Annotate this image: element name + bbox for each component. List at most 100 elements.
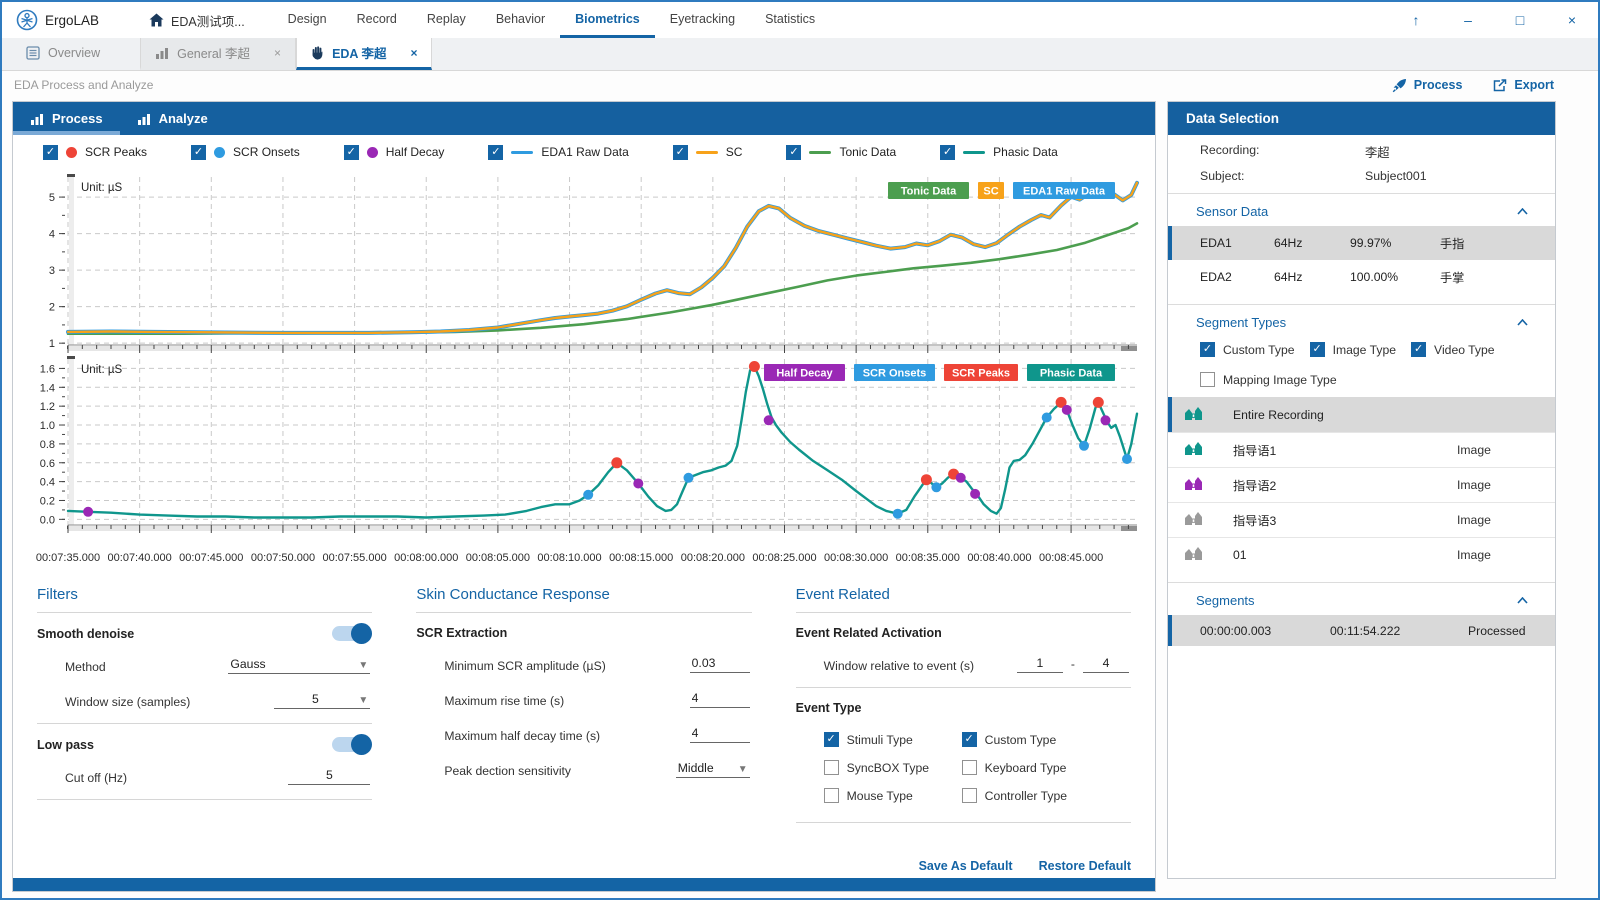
marker-half-decay[interactable] xyxy=(1101,415,1111,425)
chevron-up-icon[interactable] xyxy=(1517,208,1528,215)
checkbox-mouse-type[interactable] xyxy=(824,788,839,803)
menu-item-record[interactable]: Record xyxy=(342,2,412,38)
tab-overview[interactable]: Overview xyxy=(12,38,114,70)
restore-up-icon[interactable]: ↑ xyxy=(1390,12,1442,28)
marker-scr-onsets[interactable] xyxy=(684,473,694,483)
segment-type-check-video-type[interactable]: ✓Video Type xyxy=(1411,342,1495,357)
marker-scr-onsets[interactable] xyxy=(1079,441,1089,451)
maximum-rise-time-s-value[interactable] xyxy=(690,691,750,707)
project-name[interactable]: EDA测试项... xyxy=(121,2,273,38)
sensor-row-eda2[interactable]: EDA264Hz100.00%手掌 xyxy=(1168,260,1555,294)
legend-checkbox-scr-peaks[interactable]: ✓ xyxy=(43,145,58,160)
segment-item-1[interactable]: 指导语1Image xyxy=(1168,432,1555,467)
close-icon[interactable]: × xyxy=(1546,12,1598,28)
event-type-mouse-type[interactable]: Mouse Type xyxy=(824,788,952,803)
segment-item-3[interactable]: 指导语3Image xyxy=(1168,502,1555,537)
marker-half-decay[interactable] xyxy=(956,473,966,483)
sensor-row-eda1[interactable]: EDA164Hz99.97%手指 xyxy=(1168,226,1555,260)
segment-type-check-image-type[interactable]: ✓Image Type xyxy=(1310,342,1396,357)
checkbox-video-type[interactable]: ✓ xyxy=(1411,342,1426,357)
segment-type-check-mapping-image-type[interactable]: Mapping Image Type xyxy=(1200,372,1555,387)
event-window-to-value[interactable] xyxy=(1083,656,1129,672)
close-tab-icon[interactable]: × xyxy=(274,46,281,60)
event-window-from-input[interactable] xyxy=(1017,656,1063,673)
segments-row[interactable]: 00:00:00.00300:11:54.222Processed xyxy=(1168,615,1555,646)
legend-checkbox-phasic-data[interactable]: ✓ xyxy=(940,145,955,160)
peak-dection-sensitivity-select[interactable]: ▼ xyxy=(676,761,750,778)
window-size-select[interactable]: ▼ xyxy=(274,692,370,709)
marker-half-decay[interactable] xyxy=(633,479,643,489)
marker-half-decay[interactable] xyxy=(970,489,980,499)
marker-scr-peaks[interactable] xyxy=(1093,397,1104,408)
marker-scr-peaks[interactable] xyxy=(921,474,932,485)
legend-checkbox-tonic-data[interactable]: ✓ xyxy=(786,145,801,160)
marker-scr-onsets[interactable] xyxy=(893,509,903,519)
save-as-default-button[interactable]: Save As Default xyxy=(919,859,1013,873)
tab-process[interactable]: Process xyxy=(13,102,120,135)
checkbox-image-type[interactable]: ✓ xyxy=(1310,342,1325,357)
marker-half-decay[interactable] xyxy=(764,415,774,425)
checkbox-custom-type[interactable]: ✓ xyxy=(962,732,977,747)
marker-scr-onsets[interactable] xyxy=(1042,413,1052,423)
checkbox-custom-type[interactable]: ✓ xyxy=(1200,342,1215,357)
tab-analyze[interactable]: Analyze xyxy=(120,102,225,135)
checkbox-syncbox-type[interactable] xyxy=(824,760,839,775)
maximum-half-decay-time-s-input[interactable] xyxy=(690,726,750,743)
menu-item-replay[interactable]: Replay xyxy=(412,2,481,38)
menu-item-biometrics[interactable]: Biometrics xyxy=(560,2,655,38)
event-type-syncbox-type[interactable]: SyncBOX Type xyxy=(824,760,952,775)
segment-type-check-custom-type[interactable]: ✓Custom Type xyxy=(1200,342,1295,357)
segment-item-entire-recording[interactable]: Entire Recording xyxy=(1168,397,1555,432)
minimum-scr-amplitude-s-input[interactable] xyxy=(690,656,750,673)
menu-item-statistics[interactable]: Statistics xyxy=(750,2,830,38)
event-window-to-input[interactable] xyxy=(1083,656,1129,673)
method-select[interactable]: ▼ xyxy=(228,657,370,674)
menu-item-eyetracking[interactable]: Eyetracking xyxy=(655,2,750,38)
export-button[interactable]: Export xyxy=(1492,78,1554,93)
segment-item-01[interactable]: 01Image xyxy=(1168,537,1555,572)
minimum-scr-amplitude-s-value[interactable] xyxy=(690,656,750,672)
cutoff-value[interactable] xyxy=(288,768,370,784)
marker-half-decay[interactable] xyxy=(83,507,93,517)
marker-scr-onsets[interactable] xyxy=(1122,454,1132,464)
tab-general[interactable]: General 李超× xyxy=(140,38,296,70)
marker-half-decay[interactable] xyxy=(1062,405,1072,415)
tab-eda[interactable]: EDA 李超× xyxy=(296,38,432,70)
menu-item-design[interactable]: Design xyxy=(273,2,342,38)
window-size-value[interactable] xyxy=(274,692,356,708)
legend-checkbox-scr-onsets[interactable]: ✓ xyxy=(191,145,206,160)
marker-scr-onsets[interactable] xyxy=(583,490,593,500)
marker-scr-onsets[interactable] xyxy=(931,482,941,492)
event-type-keyboard-type[interactable]: Keyboard Type xyxy=(962,760,1131,775)
segment-item-2[interactable]: 指导语2Image xyxy=(1168,467,1555,502)
maximize-icon[interactable]: □ xyxy=(1494,12,1546,28)
chevron-up-icon[interactable] xyxy=(1517,319,1528,326)
close-tab-icon[interactable]: × xyxy=(410,46,417,60)
event-type-custom-type[interactable]: ✓Custom Type xyxy=(962,732,1131,747)
event-type-controller-type[interactable]: Controller Type xyxy=(962,788,1131,803)
restore-default-button[interactable]: Restore Default xyxy=(1039,859,1131,873)
low-pass-toggle[interactable] xyxy=(332,737,370,752)
marker-scr-peaks[interactable] xyxy=(611,457,622,468)
smooth-denoise-toggle[interactable] xyxy=(332,626,370,641)
menu-item-behavior[interactable]: Behavior xyxy=(481,2,560,38)
checkbox-keyboard-type[interactable] xyxy=(962,760,977,775)
eda-charts[interactable]: 12345Unit: µSEDA1 Raw DataSCTonic Data0.… xyxy=(13,169,1155,574)
event-window-from-value[interactable] xyxy=(1017,656,1063,672)
legend-checkbox-sc[interactable]: ✓ xyxy=(673,145,688,160)
cutoff-input[interactable] xyxy=(288,768,370,785)
method-value[interactable] xyxy=(228,657,356,673)
maximum-rise-time-s-input[interactable] xyxy=(690,691,750,708)
legend-checkbox-half-decay[interactable]: ✓ xyxy=(344,145,359,160)
peak-dection-sensitivity-value[interactable] xyxy=(676,761,736,777)
maximum-half-decay-time-s-value[interactable] xyxy=(690,726,750,742)
legend-checkbox-eda1-raw-data[interactable]: ✓ xyxy=(488,145,503,160)
checkbox-controller-type[interactable] xyxy=(962,788,977,803)
event-type-stimuli-type[interactable]: ✓Stimuli Type xyxy=(824,732,952,747)
chevron-up-icon[interactable] xyxy=(1517,597,1528,604)
checkbox-mapping-image-type[interactable] xyxy=(1200,372,1215,387)
process-button[interactable]: Process xyxy=(1392,78,1463,93)
eda-chart-svg[interactable]: 12345Unit: µSEDA1 Raw DataSCTonic Data0.… xyxy=(13,169,1155,571)
minimize-icon[interactable]: – xyxy=(1442,12,1494,28)
marker-scr-peaks[interactable] xyxy=(749,361,760,372)
